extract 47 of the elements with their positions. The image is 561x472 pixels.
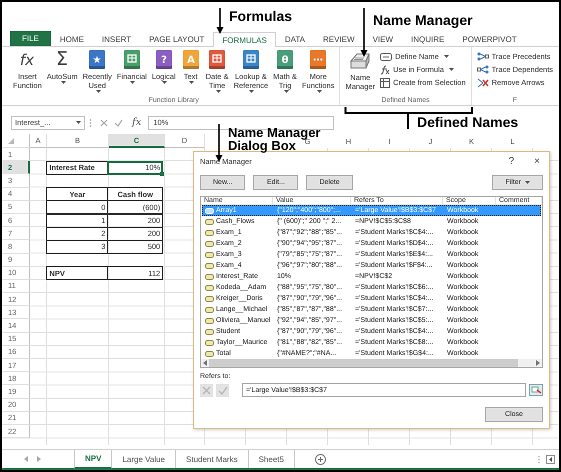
- down-arrow: [360, 8, 368, 57]
- formula-icon: [380, 64, 390, 74]
- callout-label: Name Manager: [373, 12, 473, 29]
- select-all-icon[interactable]: [8, 138, 14, 144]
- book-icon: ?: [154, 49, 174, 70]
- callout-label: Dialog Box: [228, 139, 296, 152]
- grip-icon: [89, 118, 92, 128]
- insert-function-button[interactable]: fx: [129, 117, 144, 128]
- check-icon[interactable]: [216, 384, 229, 397]
- scroll-right-icon[interactable]: [37, 456, 41, 462]
- caret-icon: [76, 121, 81, 124]
- precedents-icon: [476, 52, 489, 61]
- help-button[interactable]: ?: [506, 156, 518, 168]
- book-icon: θ: [275, 49, 296, 70]
- ribbon-tab[interactable]: FORMULAS: [213, 32, 276, 47]
- sigma-icon: Σ: [51, 49, 74, 70]
- add-sheet-icon[interactable]: [314, 454, 326, 464]
- ribbon-tab[interactable]: VIEW: [364, 31, 402, 46]
- ribbon-tab[interactable]: REVIEW: [314, 31, 364, 46]
- collapse-icon[interactable]: [529, 384, 543, 396]
- scroll-right-icon[interactable]: [536, 360, 540, 366]
- scroll-left-icon[interactable]: [203, 360, 207, 366]
- callout-label: Defined Names: [417, 114, 518, 131]
- remove-arrows-icon: [476, 78, 489, 88]
- ribbon-tab[interactable]: POWERPIVOT: [453, 31, 526, 46]
- ribbon-tab[interactable]: PAGE LAYOUT: [140, 31, 214, 46]
- tag-icon: [380, 52, 392, 60]
- ribbon-tab[interactable]: INQUIRE: [402, 31, 454, 46]
- book-icon: A: [180, 49, 201, 70]
- ribbon-tab[interactable]: HOME: [50, 31, 93, 46]
- ribbon-tab[interactable]: DATA: [276, 31, 314, 46]
- cancel-icon[interactable]: [100, 118, 108, 126]
- file-tab[interactable]: FILE: [10, 31, 51, 46]
- function-icon: fx: [16, 49, 38, 70]
- ribbon-tab[interactable]: INSERT: [92, 31, 140, 46]
- sheet-tab[interactable]: NPV: [74, 450, 112, 469]
- dependents-icon: [476, 65, 489, 74]
- grid-icon: [380, 78, 390, 88]
- down-arrow: [216, 8, 224, 34]
- cancel-icon[interactable]: [200, 384, 213, 397]
- book-icon: ⋯: [308, 49, 328, 70]
- scroll-left-icon[interactable]: [546, 454, 555, 464]
- book-icon: ★: [87, 49, 108, 70]
- horizontal-scrollbar[interactable]: [201, 359, 542, 368]
- check-icon[interactable]: [114, 118, 123, 126]
- callout-label: Formulas: [229, 8, 292, 25]
- close-button[interactable]: ×: [531, 156, 543, 168]
